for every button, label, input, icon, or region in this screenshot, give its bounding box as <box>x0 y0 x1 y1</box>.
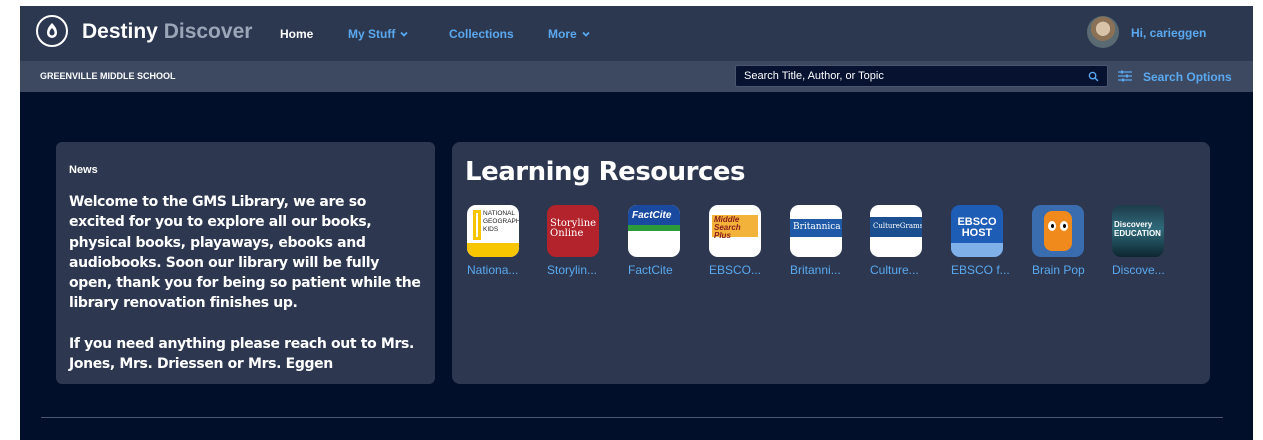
storyline-online-icon: Storyline Online <box>547 205 599 257</box>
learning-resources-card: Learning Resources NATIONAL GEOGRAPHIC K… <box>452 142 1210 384</box>
brand-primary: Destiny <box>82 20 158 43</box>
news-paragraph: If you need anything please reach out to… <box>69 335 414 373</box>
culturegrams-icon: CultureGrams <box>870 205 922 257</box>
resource-label: FactCite <box>628 263 673 277</box>
chevron-down-icon <box>400 31 408 37</box>
resource-discovery-education[interactable]: Discovery EDUCATION Discove... <box>1112 205 1174 277</box>
britannica-icon: Britannica <box>790 205 842 257</box>
resource-label: Brain Pop <box>1032 263 1085 277</box>
sub-bar: GREENVILLE MIDDLE SCHOOL Search Options <box>20 61 1253 92</box>
ebsco-host-icon: EBSCO HOST <box>951 205 1003 257</box>
search-box <box>735 65 1108 87</box>
app-frame: Destiny Discover Home My Stuff Collectio… <box>20 6 1253 440</box>
resource-label: Culture... <box>870 263 919 277</box>
brand-title[interactable]: Destiny Discover <box>82 20 252 44</box>
resource-label: Storylin... <box>547 263 598 277</box>
resource-factcite[interactable]: FactCite FactCite <box>628 205 690 277</box>
resource-label: Britanni... <box>790 263 841 277</box>
factcite-icon: FactCite <box>628 205 680 257</box>
middle-search-plus-icon: Middle Search Plus <box>709 205 761 257</box>
user-greeting[interactable]: Hi, carieggen <box>1131 26 1206 40</box>
search-options-link[interactable]: Search Options <box>1143 70 1232 84</box>
icon-text: Discovery EDUCATION <box>1114 220 1161 238</box>
national-geographic-kids-icon: NATIONAL GEOGRAPHIC KIDS <box>467 205 519 257</box>
nav-home[interactable]: Home <box>280 27 313 41</box>
news-title: News <box>69 164 98 176</box>
icon-text: FactCite <box>632 210 672 221</box>
top-nav: Destiny Discover Home My Stuff Collectio… <box>20 6 1253 61</box>
discovery-education-icon: Discovery EDUCATION <box>1112 205 1164 257</box>
resource-brain-pop[interactable]: Brain Pop <box>1032 205 1094 277</box>
nav-home-label: Home <box>280 27 314 41</box>
school-name: GREENVILLE MIDDLE SCHOOL <box>40 71 176 81</box>
resource-culturegrams[interactable]: CultureGrams Culture... <box>870 205 932 277</box>
brand-secondary: Discover <box>163 20 253 43</box>
search-input[interactable] <box>736 66 1092 86</box>
brainpop-robot-icon <box>1032 205 1084 257</box>
learning-resources-title: Learning Resources <box>465 157 746 187</box>
resource-label: EBSCO f... <box>951 263 1010 277</box>
resource-ebsco-middle-search[interactable]: Middle Search Plus EBSCO... <box>709 205 771 277</box>
icon-text: Storyline Online <box>550 218 597 239</box>
avatar[interactable] <box>1087 16 1119 48</box>
nav-collections-label: Collections <box>449 27 514 41</box>
news-body: Welcome to the GMS Library, we are so ex… <box>69 192 424 374</box>
icon-text: Middle Search Plus <box>714 215 741 240</box>
footer-divider <box>41 417 1223 418</box>
nav-more-label: More <box>548 27 577 41</box>
nav-my-stuff-label: My Stuff <box>348 27 396 41</box>
icon-text: CultureGrams <box>873 222 922 230</box>
nav-my-stuff[interactable]: My Stuff <box>348 27 409 41</box>
destiny-logo-icon[interactable] <box>36 15 68 47</box>
resource-label: Discove... <box>1112 263 1165 277</box>
resource-national-geographic-kids[interactable]: NATIONAL GEOGRAPHIC KIDS Nationa... <box>467 205 529 277</box>
resource-ebsco-host[interactable]: EBSCO HOST EBSCO f... <box>951 205 1013 277</box>
nav-more[interactable]: More <box>548 27 591 41</box>
icon-text: EBSCO HOST <box>957 216 997 239</box>
news-card: News Welcome to the GMS Library, we are … <box>56 142 435 384</box>
resource-label: Nationa... <box>467 263 519 277</box>
nav-collections[interactable]: Collections <box>449 27 514 41</box>
chevron-down-icon <box>582 31 590 37</box>
sliders-icon[interactable] <box>1117 68 1133 84</box>
resource-label: EBSCO... <box>709 263 762 277</box>
resource-britannica[interactable]: Britannica Britanni... <box>790 205 852 277</box>
news-paragraph: Welcome to the GMS Library, we are so ex… <box>69 194 421 312</box>
search-icon[interactable] <box>1088 71 1099 82</box>
icon-text: Britannica <box>793 222 841 232</box>
resource-storyline-online[interactable]: Storyline Online Storylin... <box>547 205 609 277</box>
icon-text: NATIONAL GEOGRAPHIC KIDS <box>483 210 519 233</box>
